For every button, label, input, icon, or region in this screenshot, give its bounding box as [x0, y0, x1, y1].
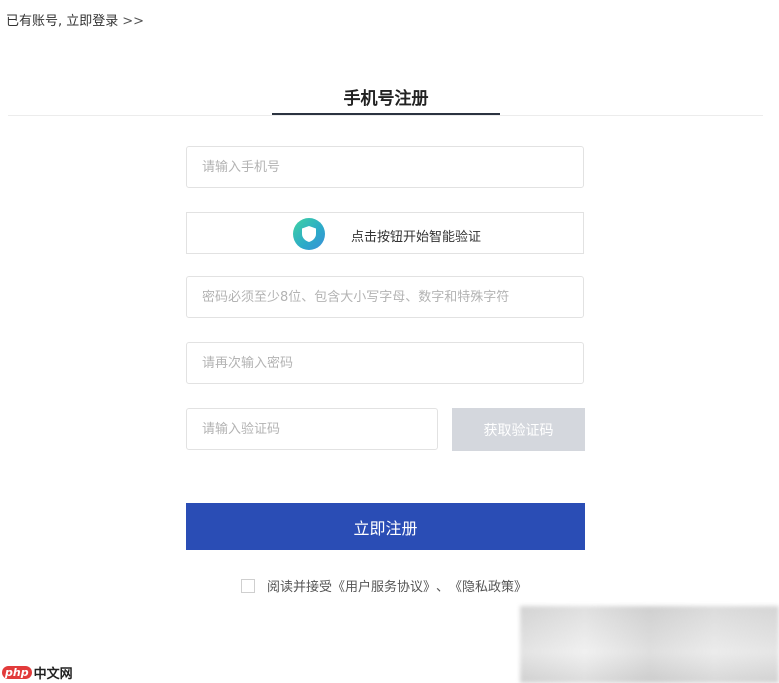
tab-phone-register[interactable]: 手机号注册	[272, 84, 500, 115]
smart-verify-label: 点击按钮开始智能验证	[351, 230, 482, 245]
phone-input[interactable]	[186, 146, 584, 188]
agreement-row: 阅读并接受 《用户服务协议》 、 《隐私政策》	[241, 576, 527, 595]
login-link[interactable]: 立即登录	[66, 14, 118, 29]
get-code-button[interactable]: 获取验证码	[452, 408, 585, 451]
agreement-separator: 、	[436, 580, 450, 595]
login-prompt: 已有账号, 立即登录 >>	[6, 10, 144, 29]
agreement-prefix: 阅读并接受	[267, 580, 333, 595]
register-button[interactable]: 立即注册	[186, 503, 585, 550]
shield-check-icon	[293, 218, 325, 250]
confirm-password-input[interactable]	[186, 342, 584, 384]
password-input[interactable]	[186, 276, 584, 318]
terms-link[interactable]: 《用户服务协议》	[332, 576, 436, 595]
agree-checkbox[interactable]	[241, 578, 255, 593]
watermark-badge: php	[2, 666, 32, 679]
watermark-text: 中文网	[33, 667, 73, 682]
tab-bar: 手机号注册	[8, 84, 763, 116]
login-arrows[interactable]: >>	[122, 14, 144, 29]
verification-code-input[interactable]	[186, 408, 438, 450]
smart-verify-button[interactable]: 点击按钮开始智能验证	[186, 212, 584, 254]
has-account-text: 已有账号,	[6, 14, 67, 29]
blurred-image-region	[520, 606, 779, 683]
site-watermark: php 中文网	[2, 663, 73, 682]
privacy-link[interactable]: 《隐私政策》	[449, 576, 527, 595]
